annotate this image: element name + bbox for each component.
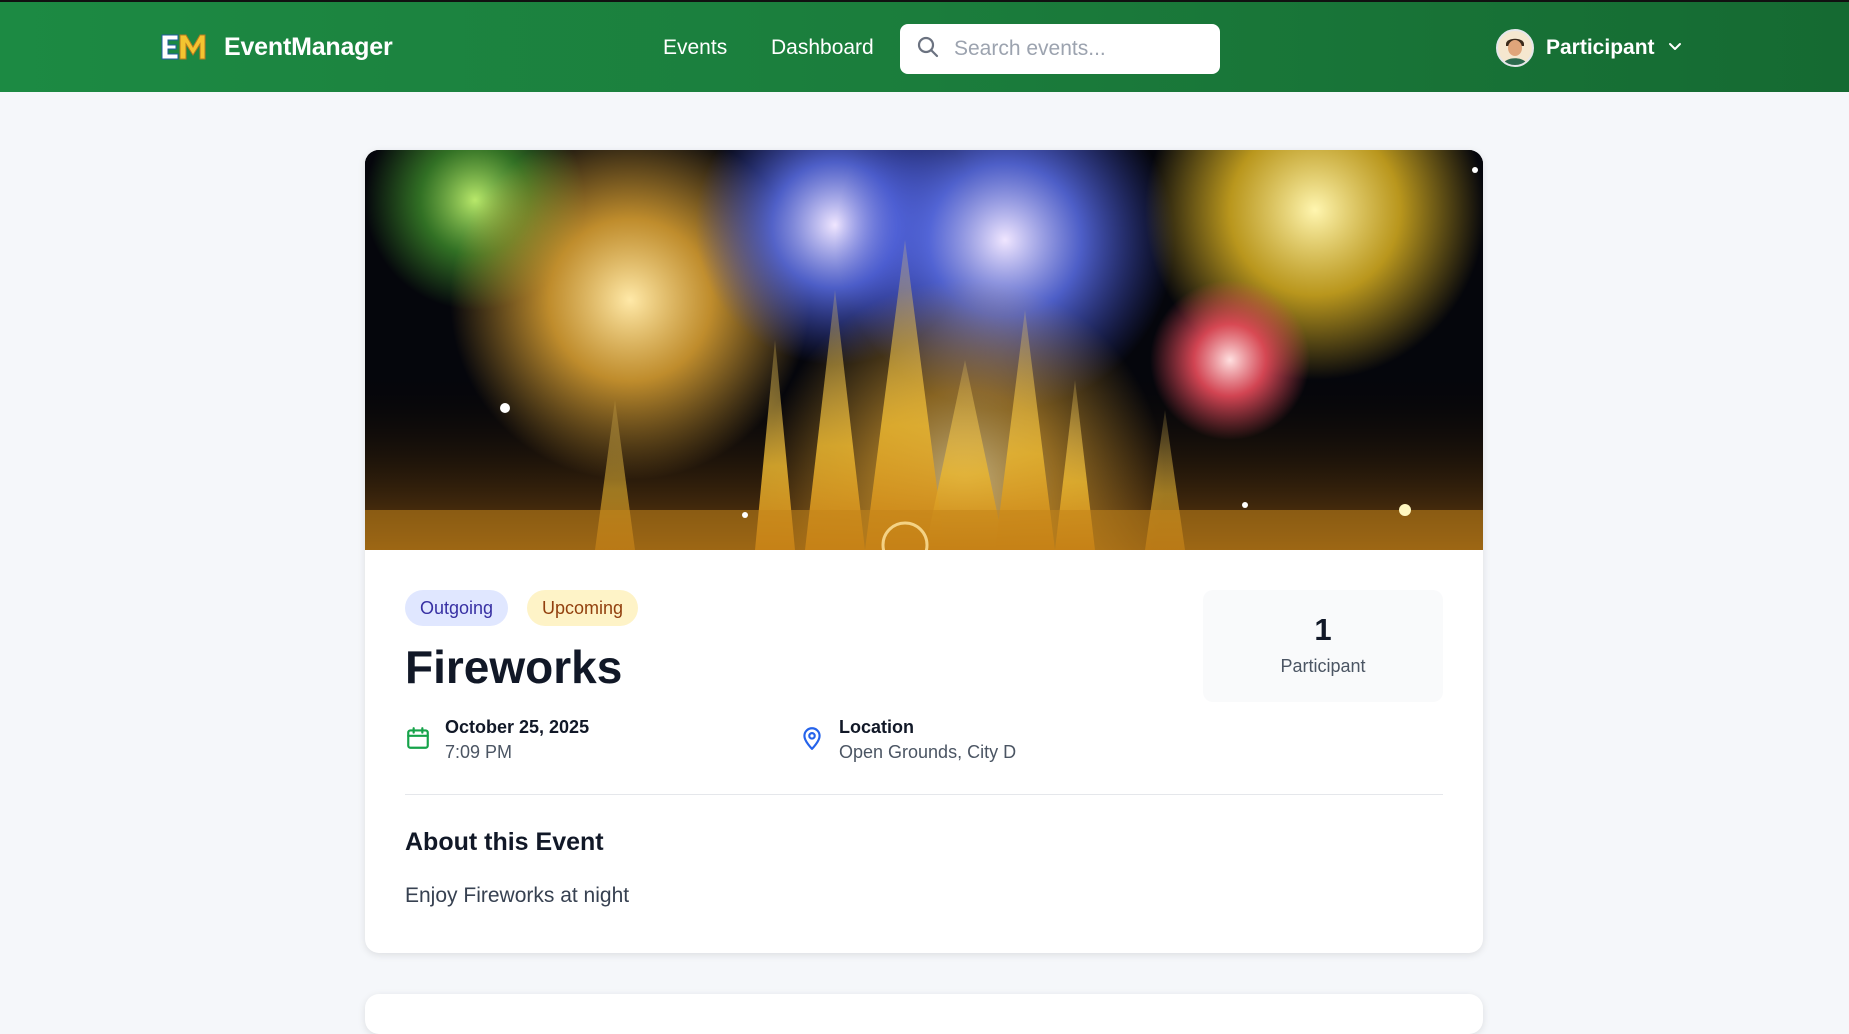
secondary-card: [365, 994, 1483, 1034]
user-role-label: Participant: [1546, 36, 1655, 59]
nav-dashboard-link[interactable]: Dashboard: [771, 36, 874, 60]
nav-events-link[interactable]: Events: [663, 36, 727, 60]
participants-label: Participant: [1280, 656, 1366, 676]
event-time: 7:09 PM: [445, 742, 513, 762]
location-value: Open Grounds, City D: [839, 742, 1017, 762]
event-datetime: October 25, 2025 7:09 PM: [405, 715, 589, 765]
event-date: October 25, 2025: [445, 717, 590, 737]
search-box[interactable]: [900, 24, 1220, 74]
event-description: Enjoy Fireworks at night: [405, 884, 630, 907]
participants-stat: 1 Participant: [1203, 590, 1443, 702]
map-pin-icon: [799, 725, 825, 751]
event-card: Outgoing Upcoming Fireworks October 25, …: [365, 150, 1483, 953]
event-hero-image: [365, 150, 1483, 680]
participants-count: 1: [1314, 612, 1332, 647]
logo-icon: [160, 32, 206, 62]
status-badge-outgoing: Outgoing: [405, 590, 509, 626]
brand-name: EventManager: [224, 32, 393, 61]
user-menu[interactable]: Participant: [1496, 29, 1683, 67]
event-title: Fireworks: [405, 641, 623, 693]
event-location: Location Open Grounds, City D: [799, 715, 1016, 765]
search-input[interactable]: [952, 36, 1206, 62]
brand-logo[interactable]: EventManager: [160, 32, 393, 62]
search-icon: [916, 35, 940, 64]
divider: [405, 794, 1443, 795]
location-label: Location: [839, 717, 914, 737]
top-navbar: EventManager Events Dashboard Participan…: [0, 0, 1849, 92]
calendar-icon: [405, 725, 431, 751]
avatar: [1496, 29, 1534, 67]
about-heading: About this Event: [405, 828, 604, 856]
status-badge-upcoming: Upcoming: [527, 590, 639, 626]
chevron-down-icon: [1667, 38, 1683, 59]
